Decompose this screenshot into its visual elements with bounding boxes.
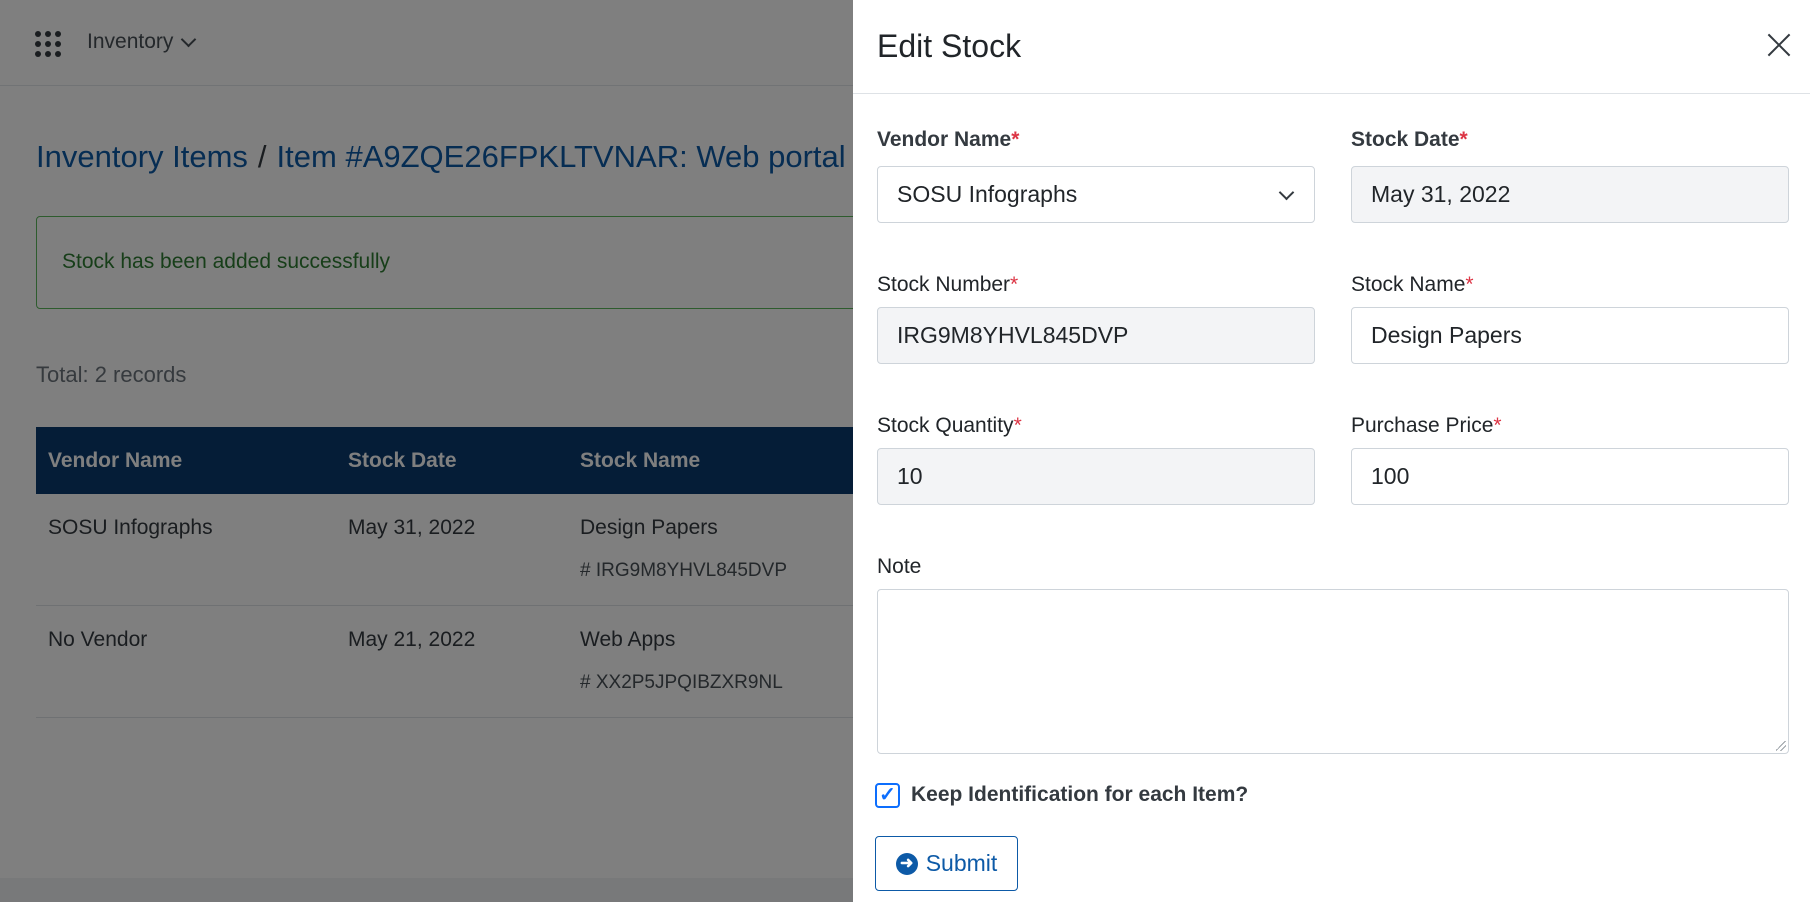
note-label: Note — [877, 555, 922, 578]
stock-quantity-input[interactable]: 10 — [877, 448, 1315, 505]
note-textarea[interactable] — [877, 589, 1789, 754]
purchase-price-label-text: Purchase Price — [1351, 414, 1494, 437]
stock-number-input[interactable]: IRG9M8YHVL845DVP — [877, 307, 1315, 364]
stock-date-label: Stock Date* — [1351, 128, 1468, 152]
required-mark: * — [1465, 273, 1474, 296]
stock-date-label-text: Stock Date — [1351, 128, 1460, 151]
purchase-price-value: 100 — [1371, 463, 1410, 489]
purchase-price-input[interactable]: 100 — [1351, 448, 1789, 505]
required-mark: * — [1011, 128, 1020, 151]
keep-identification-checkbox[interactable]: ✓ — [875, 783, 900, 808]
vendor-name-label: Vendor Name* — [877, 128, 1019, 152]
purchase-price-label: Purchase Price* — [1351, 414, 1502, 438]
arrow-circle-right-icon: ➜ — [895, 852, 918, 875]
stock-date-input[interactable]: May 31, 2022 — [1351, 166, 1789, 223]
stock-number-value: IRG9M8YHVL845DVP — [897, 322, 1129, 348]
required-mark: * — [1493, 414, 1502, 437]
required-mark: * — [1010, 273, 1019, 296]
vendor-name-value: SOSU Infographs — [897, 181, 1078, 207]
panel-title: Edit Stock — [877, 28, 1022, 64]
stock-name-label-text: Stock Name — [1351, 273, 1466, 296]
stock-name-value: Design Papers — [1371, 322, 1522, 348]
stock-quantity-value: 10 — [897, 463, 923, 489]
edit-stock-panel: Edit Stock Vendor Name* SOSU Infographs … — [853, 0, 1810, 902]
stock-number-label: Stock Number* — [877, 273, 1018, 297]
stock-date-value: May 31, 2022 — [1371, 181, 1511, 207]
keep-identification-label[interactable]: Keep Identification for each Item? — [911, 783, 1248, 807]
stock-name-input[interactable]: Design Papers — [1351, 307, 1789, 364]
stock-name-label: Stock Name* — [1351, 273, 1474, 297]
stock-quantity-label-text: Stock Quantity — [877, 414, 1014, 437]
vendor-name-select[interactable]: SOSU Infographs — [877, 166, 1315, 223]
chevron-down-icon — [1278, 184, 1295, 201]
submit-button[interactable]: ➜ Submit — [875, 836, 1018, 891]
required-mark: * — [1459, 128, 1468, 151]
vendor-name-label-text: Vendor Name — [877, 128, 1012, 151]
submit-label: Submit — [925, 850, 998, 876]
panel-header: Edit Stock — [853, 0, 1810, 94]
required-mark: * — [1013, 414, 1022, 437]
close-icon[interactable] — [1764, 30, 1794, 60]
stock-number-label-text: Stock Number — [877, 273, 1011, 296]
stock-quantity-label: Stock Quantity* — [877, 414, 1022, 438]
